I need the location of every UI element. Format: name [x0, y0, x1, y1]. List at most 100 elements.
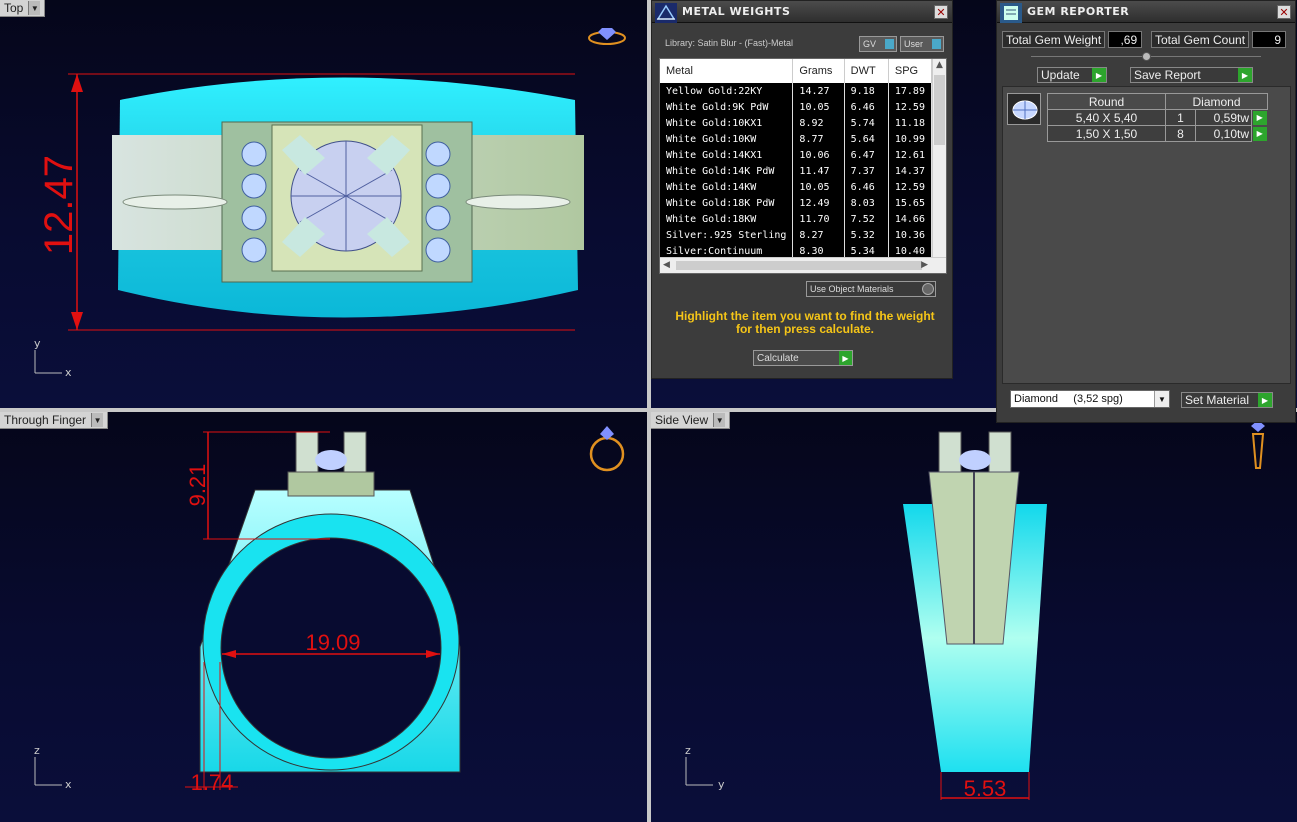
- dim-finger-diameter: 19.09: [305, 630, 360, 655]
- table-row[interactable]: Silver:.925 Sterling 8.27 5.32 10.36: [660, 227, 933, 243]
- table-cell: White Gold:9K PdW: [660, 99, 794, 115]
- table-row[interactable]: White Gold:14KX1 10.06 6.47 12.61: [660, 147, 933, 163]
- table-row[interactable]: White Gold:18KW 11.70 7.52 14.66: [660, 211, 933, 227]
- metal-weights-title: METAL WEIGHTS: [682, 5, 791, 18]
- viewport-side-label: Side View: [655, 413, 709, 427]
- col-grams[interactable]: Grams: [792, 59, 845, 83]
- play-icon[interactable]: ▶: [1252, 111, 1267, 126]
- set-material-button[interactable]: Set Material ▶: [1181, 392, 1273, 408]
- table-cell: 6.47: [844, 147, 889, 163]
- table-cell: 12.59: [888, 179, 933, 195]
- col-spg[interactable]: SPG: [888, 59, 933, 83]
- gem-shape-header: Round: [1047, 93, 1166, 110]
- library-label: Library: Satin Blur - (Fast)-Metal: [665, 38, 794, 48]
- gem-table[interactable]: Round Diamond 5,40 X 5,40 1 0,59tw ▶ 1,5…: [1047, 93, 1268, 142]
- gem-reporter-title: GEM REPORTER: [1027, 5, 1130, 18]
- metal-weights-table[interactable]: Metal Grams DWT SPG Yellow Gold:22KY 14.2…: [659, 58, 947, 274]
- gem-reporter-panel: GEM REPORTER ✕ Total Gem Weight ,69 Tota…: [996, 0, 1296, 423]
- chevron-down-icon[interactable]: ▼: [1154, 391, 1169, 407]
- viewport-finger-tab[interactable]: Through Finger ▼: [0, 412, 109, 429]
- table-cell: White Gold:14KX1: [660, 147, 794, 163]
- table-cell: 14.66: [888, 211, 933, 227]
- table-cell: 10.05: [792, 179, 845, 195]
- horizontal-scrollbar[interactable]: ◀ ▶: [660, 257, 946, 273]
- table-cell: White Gold:10KW: [660, 131, 794, 147]
- table-cell: Yellow Gold:22KY: [660, 83, 794, 99]
- side-view-scene: 5.53 z y: [685, 420, 1265, 801]
- save-report-button[interactable]: Save Report ▶: [1130, 67, 1253, 83]
- play-icon: ▶: [1092, 68, 1106, 82]
- table-row[interactable]: White Gold:9K PdW 10.05 6.46 12.59: [660, 99, 933, 115]
- report-icon: [1000, 3, 1022, 23]
- panel-slider-handle[interactable]: [1142, 52, 1151, 61]
- use-object-materials-button[interactable]: Use Object Materials: [806, 281, 936, 297]
- finger-view-scene: 9.21 19.09 1.74 z x: [34, 426, 625, 795]
- close-icon[interactable]: ✕: [934, 5, 948, 19]
- gem-list-area: Round Diamond 5,40 X 5,40 1 0,59tw ▶ 1,5…: [1002, 86, 1291, 384]
- viewport-top[interactable]: 12.47 y x Top ▼: [0, 0, 647, 408]
- table-cell: 7.37: [844, 163, 889, 179]
- table-cell: White Gold:14KW: [660, 179, 794, 195]
- table-cell: 5.64: [844, 131, 889, 147]
- ring-top-icon: [588, 28, 626, 45]
- table-cell: White Gold:14K PdW: [660, 163, 794, 179]
- viewport-finger-dropdown-icon[interactable]: ▼: [91, 413, 104, 427]
- table-cell: White Gold:18K PdW: [660, 195, 794, 211]
- svg-text:x: x: [65, 366, 72, 379]
- table-row[interactable]: White Gold:10KX1 8.92 5.74 11.18: [660, 115, 933, 131]
- table-cell: White Gold:18KW: [660, 211, 794, 227]
- svg-text:z: z: [685, 744, 691, 757]
- table-cell: 6.46: [844, 179, 889, 195]
- table-cell: 8.77: [792, 131, 845, 147]
- table-row[interactable]: White Gold:18K PdW 12.49 8.03 15.65: [660, 195, 933, 211]
- table-cell: 8.27: [792, 227, 845, 243]
- col-metal[interactable]: Metal: [660, 59, 794, 83]
- table-cell: 15.65: [888, 195, 933, 211]
- close-icon[interactable]: ✕: [1277, 5, 1291, 19]
- update-button[interactable]: Update ▶: [1037, 67, 1107, 83]
- viewport-through-finger[interactable]: 9.21 19.09 1.74 z x Through Finger ▼: [0, 412, 647, 822]
- viewport-top-label: Top: [4, 1, 24, 15]
- calculate-button[interactable]: Calculate ▶: [753, 350, 853, 366]
- dim-finger-thickness: 1.74: [191, 770, 234, 795]
- play-icon: ▶: [1258, 393, 1272, 407]
- metal-weights-panel: METAL WEIGHTS ✕ Library: Satin Blur - (F…: [651, 0, 953, 379]
- scale-icon: [655, 3, 677, 23]
- table-cell: 8.03: [844, 195, 889, 211]
- table-cell: 10.36: [888, 227, 933, 243]
- vertical-scrollbar[interactable]: ▲: [932, 59, 946, 257]
- table-cell: 9.18: [844, 83, 889, 99]
- viewport-finger-label: Through Finger: [4, 413, 87, 427]
- table-row[interactable]: White Gold:10KW 8.77 5.64 10.99: [660, 131, 933, 147]
- table-cell: 7.52: [844, 211, 889, 227]
- material-select[interactable]: Diamond (3,52 spg) ▼: [1010, 390, 1170, 408]
- gem-row[interactable]: 5,40 X 5,40 1 0,59tw ▶: [1047, 109, 1268, 126]
- viewport-side-tab[interactable]: Side View ▼: [651, 412, 731, 429]
- total-gem-count-value: 9: [1252, 31, 1287, 48]
- table-cell: 10.05: [792, 99, 845, 115]
- gem-row[interactable]: 1,50 X 1,50 8 0,10tw ▶: [1047, 125, 1268, 142]
- table-cell: 14.27: [792, 83, 845, 99]
- play-icon[interactable]: ▶: [1252, 126, 1267, 141]
- viewport-side[interactable]: 5.53 z y Side View ▼: [651, 412, 1297, 822]
- metal-weights-header[interactable]: METAL WEIGHTS ✕: [652, 1, 952, 23]
- table-cell: 12.59: [888, 99, 933, 115]
- table-cell: 10.99: [888, 131, 933, 147]
- viewport-top-dropdown-icon[interactable]: ▼: [28, 1, 41, 15]
- table-row[interactable]: White Gold:14KW 10.05 6.46 12.59: [660, 179, 933, 195]
- svg-text:y: y: [34, 337, 41, 350]
- table-cell: 11.18: [888, 115, 933, 131]
- table-row[interactable]: White Gold:14K PdW 11.47 7.37 14.37: [660, 163, 933, 179]
- table-row[interactable]: Yellow Gold:22KY 14.27 9.18 17.89: [660, 83, 933, 99]
- gem-reporter-header[interactable]: GEM REPORTER ✕: [997, 1, 1295, 23]
- table-cell: 17.89: [888, 83, 933, 99]
- viewport-side-dropdown-icon[interactable]: ▼: [713, 413, 726, 427]
- user-toggle[interactable]: User: [900, 36, 944, 52]
- total-gem-weight: Total Gem Weight ,69: [1002, 31, 1143, 48]
- gv-toggle[interactable]: GV: [859, 36, 897, 52]
- play-icon: ▶: [839, 351, 852, 365]
- col-dwt[interactable]: DWT: [844, 59, 889, 83]
- viewport-top-tab[interactable]: Top ▼: [0, 0, 46, 17]
- top-view-scene: 12.47 y x: [34, 28, 626, 379]
- svg-text:y: y: [718, 778, 725, 791]
